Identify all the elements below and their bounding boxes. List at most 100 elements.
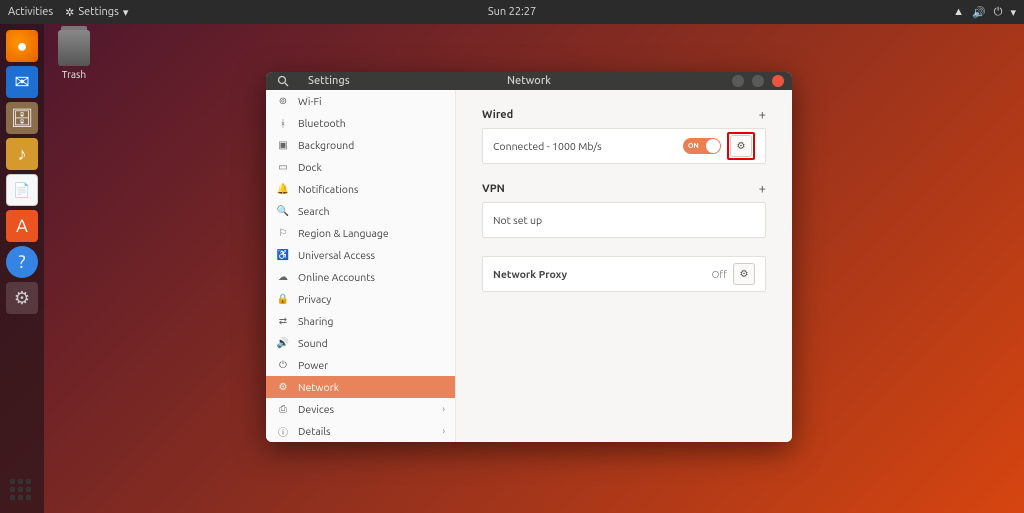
- region-icon: ⚐: [276, 227, 290, 239]
- dock-writer[interactable]: 📄: [6, 174, 38, 206]
- network-content: Wired + Connected - 1000 Mb/s ON ⚙: [456, 90, 792, 442]
- top-bar: Activities ✲ Settings ▾ Sun 22:27 ▲ 🔊 ⏻ …: [0, 0, 1024, 24]
- sidebar-item-accounts[interactable]: ☁Online Accounts: [266, 266, 455, 288]
- wired-settings-button[interactable]: ⚙: [730, 135, 752, 157]
- settings-sidebar: ⊚ Wi-Fi ᚼ Bluetooth ▣ Background ▭ Dock 🔔 Notific…: [266, 90, 456, 442]
- background-icon: ▣: [276, 139, 290, 151]
- search-button[interactable]: [266, 72, 300, 90]
- dock-thunderbird[interactable]: ✉: [6, 66, 38, 98]
- window-titlebar[interactable]: Settings Network: [266, 72, 792, 90]
- proxy-title: Network Proxy: [493, 268, 567, 280]
- wired-card: Connected - 1000 Mb/s ON ⚙: [482, 128, 766, 164]
- sidebar-item-label: Bluetooth: [298, 117, 346, 129]
- sidebar-item-label: Privacy: [298, 293, 331, 305]
- sidebar-item-label: Sharing: [298, 315, 333, 327]
- settings-menu[interactable]: ✲ Settings ▾: [65, 6, 128, 19]
- sidebar-item-bluetooth[interactable]: ᚼ Bluetooth: [266, 112, 455, 134]
- sidebar-item-label: Search: [298, 205, 330, 217]
- sidebar-item-label: Power: [298, 359, 328, 371]
- chevron-right-icon: ›: [442, 426, 445, 436]
- sidebar-item-label: Dock: [298, 161, 322, 173]
- sidebar-item-label: Universal Access: [298, 249, 375, 261]
- sidebar-item-label: Notifications: [298, 183, 359, 195]
- minimize-button[interactable]: [732, 75, 744, 87]
- sidebar-item-notifications[interactable]: 🔔 Notifications: [266, 178, 455, 200]
- accounts-icon: ☁: [276, 271, 290, 283]
- wired-toggle[interactable]: ON: [683, 138, 721, 154]
- gear-icon: ⚙: [740, 268, 749, 280]
- devices-icon: ⎙: [276, 403, 290, 415]
- dock-icon: ▭: [276, 161, 290, 173]
- toggle-on-label: ON: [688, 142, 699, 150]
- search-icon: [277, 75, 289, 87]
- sidebar-item-label: Details: [298, 425, 331, 437]
- sidebar-item-label: Network: [298, 381, 339, 393]
- proxy-status: Off: [712, 269, 727, 280]
- clock[interactable]: Sun 22:27: [488, 6, 536, 18]
- sidebar-item-label: Wi-Fi: [298, 95, 322, 107]
- sidebar-item-accessibility[interactable]: ♿ Universal Access: [266, 244, 455, 266]
- privacy-icon: 🔒: [276, 293, 290, 305]
- sidebar-item-network[interactable]: ⚙ Network: [266, 376, 455, 398]
- bluetooth-icon: ᚼ: [276, 118, 290, 129]
- trash-icon: [58, 30, 90, 66]
- wired-section-title: Wired: [482, 109, 513, 121]
- sidebar-item-region[interactable]: ⚐ Region & Language: [266, 222, 455, 244]
- gear-icon: ⚙: [737, 140, 746, 152]
- proxy-settings-button[interactable]: ⚙: [733, 263, 755, 285]
- dock-settings[interactable]: ⚙: [6, 282, 38, 314]
- proxy-card: Network Proxy Off ⚙: [482, 256, 766, 292]
- chevron-right-icon: ›: [442, 404, 445, 414]
- page-title: Network: [507, 75, 551, 87]
- sidebar-item-label: Background: [298, 139, 354, 151]
- dock-files[interactable]: 🗄: [6, 102, 38, 134]
- add-vpn-button[interactable]: +: [759, 182, 766, 196]
- wired-settings-highlight: ⚙: [727, 132, 755, 160]
- search-icon: 🔍: [276, 205, 290, 217]
- dock-help[interactable]: ?: [6, 246, 38, 278]
- desktop-trash[interactable]: Trash: [58, 30, 90, 80]
- volume-icon[interactable]: 🔊: [972, 6, 986, 19]
- dock-firefox[interactable]: ●: [6, 30, 38, 62]
- sidebar-item-wifi[interactable]: ⊚ Wi-Fi: [266, 90, 455, 112]
- sidebar-item-devices[interactable]: ⎙Devices›: [266, 398, 455, 420]
- wired-status: Connected - 1000 Mb/s: [493, 140, 602, 152]
- sidebar-item-sound[interactable]: 🔊Sound: [266, 332, 455, 354]
- sidebar-item-sharing[interactable]: ⇄ Sharing: [266, 310, 455, 332]
- details-icon: ⓘ: [276, 424, 290, 439]
- network-icon: ⚙: [276, 381, 290, 393]
- maximize-button[interactable]: [752, 75, 764, 87]
- sharing-icon: ⇄: [276, 315, 290, 327]
- vpn-status: Not set up: [493, 214, 542, 226]
- desktop-trash-label: Trash: [58, 69, 90, 80]
- accessibility-icon: ♿: [276, 249, 290, 261]
- wifi-icon: ⊚: [276, 95, 290, 107]
- chevron-down-icon[interactable]: ▾: [1010, 6, 1016, 19]
- dock-software[interactable]: A: [6, 210, 38, 242]
- sidebar-item-power[interactable]: ⏻ Power: [266, 354, 455, 376]
- dock-rhythmbox[interactable]: ♪: [6, 138, 38, 170]
- settings-menu-label: Settings: [78, 6, 119, 18]
- launcher-dock: ● ✉ 🗄 ♪ 📄 A ? ⚙: [0, 24, 44, 513]
- power-icon[interactable]: ⏻: [994, 6, 1003, 19]
- sidebar-item-dock[interactable]: ▭ Dock: [266, 156, 455, 178]
- sidebar-item-search[interactable]: 🔍 Search: [266, 200, 455, 222]
- show-applications[interactable]: [10, 479, 34, 503]
- sidebar-item-label: Region & Language: [298, 227, 389, 239]
- close-button[interactable]: [772, 75, 784, 87]
- vpn-section-title: VPN: [482, 183, 505, 195]
- vpn-card: Not set up: [482, 202, 766, 238]
- sidebar-item-background[interactable]: ▣ Background: [266, 134, 455, 156]
- toggle-knob: [706, 139, 720, 153]
- network-status-icon[interactable]: ▲: [953, 6, 964, 18]
- chevron-down-icon: ▾: [123, 6, 129, 19]
- add-wired-button[interactable]: +: [759, 108, 766, 122]
- power-icon: ⏻: [276, 359, 290, 371]
- sidebar-item-details[interactable]: ⓘ Details ›: [266, 420, 455, 442]
- sidebar-item-privacy[interactable]: 🔒 Privacy: [266, 288, 455, 310]
- settings-window: Settings Network ⊚ Wi-Fi ᚼ Bluetooth ▣ Backgr…: [266, 72, 792, 442]
- app-title: Settings: [308, 75, 350, 87]
- activities-button[interactable]: Activities: [8, 6, 53, 18]
- notifications-icon: 🔔: [276, 183, 290, 195]
- sound-icon: 🔊: [276, 337, 290, 349]
